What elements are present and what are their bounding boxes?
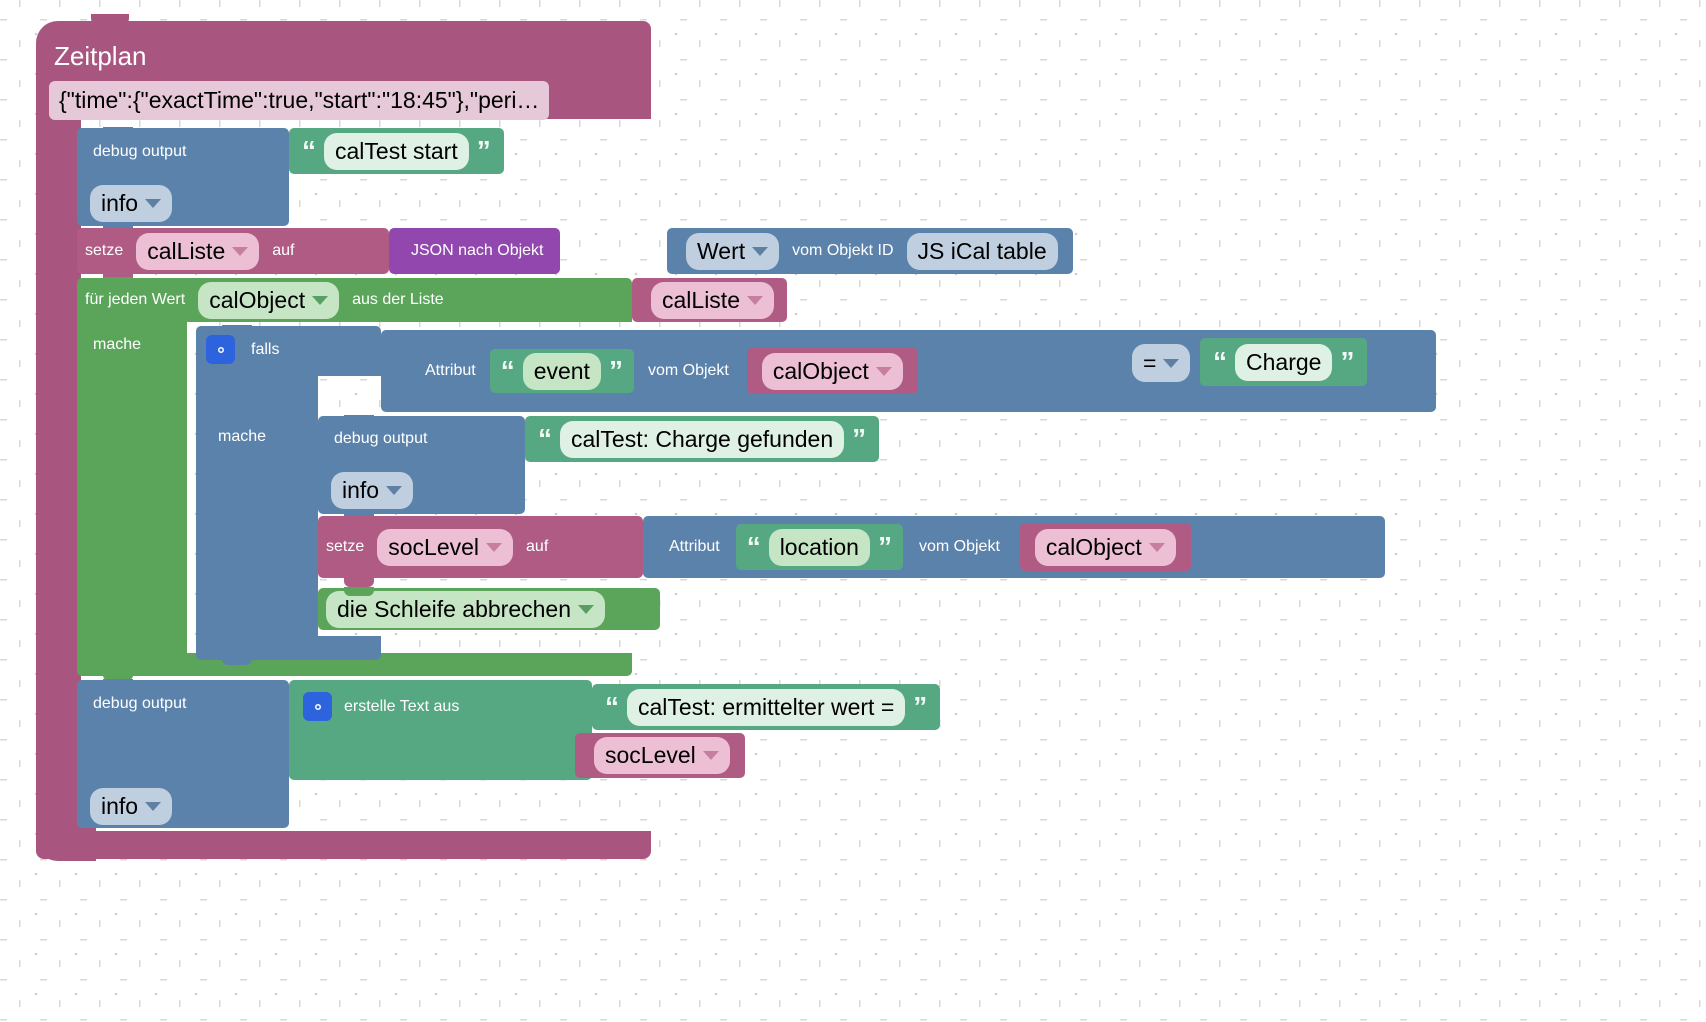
quote-open-icon: “ xyxy=(500,355,515,386)
loop-do-label: mache xyxy=(93,336,142,353)
debug-output-start-block[interactable]: debug output info xyxy=(77,127,289,235)
debug-output-result-block[interactable]: debug output info xyxy=(77,679,289,828)
variable-dropdown-soclevel[interactable]: socLevel xyxy=(377,528,514,566)
quote-open-icon: “ xyxy=(1213,346,1227,377)
break-dropdown[interactable]: die Schleife abbrechen xyxy=(326,590,605,628)
variable-dropdown-calliste-ref[interactable]: calListe xyxy=(651,281,774,319)
variable-dropdown-soclevel-ref[interactable]: socLevel xyxy=(594,737,730,774)
get-attribute-of-object-block[interactable]: Attribut “ event ” vom Objekt calObject xyxy=(403,342,1118,400)
set-label: setze xyxy=(326,538,365,555)
severity-dropdown[interactable]: info xyxy=(90,185,173,222)
chevron-down-icon xyxy=(702,751,719,760)
text-value[interactable]: calTest: Charge gefunden xyxy=(560,420,845,458)
text-block-charge-gefunden[interactable]: “ calTest: Charge gefunden ” xyxy=(525,416,880,462)
variable-name: calListe xyxy=(662,286,740,313)
chevron-down-icon xyxy=(232,246,249,256)
severity-dropdown[interactable]: info xyxy=(331,472,414,509)
of-object-label: vom Objekt xyxy=(647,362,729,379)
severity-value: info xyxy=(101,793,139,819)
quote-close-icon: ” xyxy=(608,355,623,386)
gear-icon[interactable] xyxy=(303,692,332,721)
quote-close-icon: ” xyxy=(852,423,867,454)
loop-item-variable-dropdown[interactable]: calObject xyxy=(198,281,340,319)
debug-output-found-block[interactable]: debug output info xyxy=(318,415,525,523)
get-attribute-location-block[interactable]: Attribut “ location ” vom Objekt calObje… xyxy=(643,516,1385,578)
object-variable: calObject xyxy=(772,357,869,384)
chevron-down-icon xyxy=(746,295,763,305)
attribute-label: Attribut xyxy=(669,538,720,555)
break-label: die Schleife abbrechen xyxy=(337,595,571,622)
variable-dropdown-calliste[interactable]: calListe xyxy=(136,232,260,270)
chevron-down-icon xyxy=(1148,542,1165,552)
set-label: setze xyxy=(85,242,124,259)
text-value[interactable]: calTest: ermittelter wert = xyxy=(627,688,906,726)
json-to-object-block[interactable]: JSON nach Objekt xyxy=(389,228,560,274)
debug-output-label: debug output xyxy=(334,430,428,447)
object-id-field[interactable]: JS iCal table xyxy=(906,232,1058,270)
quote-close-icon: ” xyxy=(1340,346,1355,377)
severity-value: info xyxy=(101,190,139,216)
blockly-workspace[interactable]: Zeitplan {"time":{"exactTime":true,"star… xyxy=(0,0,1706,1022)
attribute-value: Wert xyxy=(697,237,746,264)
attribute-name-field[interactable]: location xyxy=(768,528,870,566)
text-block-result-prefix[interactable]: “ calTest: ermittelter wert = ” xyxy=(592,684,941,730)
text-block-charge[interactable]: “ Charge ” xyxy=(1200,338,1368,386)
object-id-label: vom Objekt ID xyxy=(792,242,894,259)
comparison-operator-dropdown[interactable]: = xyxy=(1132,344,1191,382)
schedule-title: Zeitplan xyxy=(54,41,147,71)
variable-name: socLevel xyxy=(388,533,480,560)
compare-value[interactable]: Charge xyxy=(1235,343,1333,381)
chevron-down-icon xyxy=(145,199,162,208)
from-list-label: aus der Liste xyxy=(352,291,444,308)
operator-value: = xyxy=(1143,349,1157,376)
quote-open-icon: “ xyxy=(605,691,619,722)
chevron-down-icon xyxy=(875,366,892,376)
if-do-label: mache xyxy=(218,428,267,445)
convert-label: JSON nach Objekt xyxy=(411,242,544,259)
chevron-down-icon xyxy=(578,604,594,614)
if-label: falls xyxy=(251,340,280,358)
variable-name: socLevel xyxy=(605,742,696,768)
get-object-attribute-block[interactable]: Wert vom Objekt ID JS iCal table xyxy=(667,228,1073,274)
create-text-label: erstelle Text aus xyxy=(344,697,460,715)
attribute-label: Attribut xyxy=(425,362,476,379)
severity-value: info xyxy=(342,477,380,503)
debug-output-label: debug output xyxy=(93,695,187,712)
quote-open-icon: “ xyxy=(538,423,552,454)
chevron-down-icon xyxy=(312,295,329,305)
of-object-label: vom Objekt xyxy=(918,538,1000,555)
quote-close-icon: ” xyxy=(476,135,491,166)
to-label: auf xyxy=(272,242,295,259)
chevron-down-icon xyxy=(386,486,403,495)
object-variable-dropdown[interactable]: calObject xyxy=(761,352,903,390)
quote-close-icon: ” xyxy=(913,691,928,722)
create-text-block[interactable]: erstelle Text aus xyxy=(289,680,592,780)
chevron-down-icon xyxy=(1163,358,1180,368)
attribute-dropdown-wert[interactable]: Wert xyxy=(686,232,780,270)
variable-block-soclevel-ref[interactable]: socLevel xyxy=(575,733,745,778)
set-variable-calliste-block[interactable]: setze calListe auf xyxy=(77,227,389,283)
object-variable: calObject xyxy=(1045,533,1142,560)
to-label: auf xyxy=(526,538,549,555)
text-block-caltest-start[interactable]: “ calTest start ” xyxy=(289,128,504,174)
quote-close-icon: ” xyxy=(877,531,892,562)
schedule-value-field[interactable]: {"time":{"exactTime":true,"start":"18:45… xyxy=(49,81,550,120)
debug-output-label: debug output xyxy=(93,143,187,160)
foreach-label: für jeden Wert xyxy=(85,291,186,308)
severity-dropdown[interactable]: info xyxy=(90,788,173,825)
quote-open-icon: “ xyxy=(746,531,761,562)
object-variable-dropdown[interactable]: calObject xyxy=(1034,528,1176,566)
text-value[interactable]: calTest start xyxy=(324,132,469,170)
list-variable-calliste-block[interactable]: calListe xyxy=(632,278,787,322)
chevron-down-icon xyxy=(486,542,503,552)
gear-icon[interactable] xyxy=(206,335,235,364)
chevron-down-icon xyxy=(752,246,769,256)
chevron-down-icon xyxy=(145,802,162,811)
attribute-name-field[interactable]: event xyxy=(522,352,601,390)
variable-name: calListe xyxy=(147,237,226,264)
set-variable-soclevel-block[interactable]: setze socLevel auf xyxy=(318,515,643,587)
break-loop-block[interactable]: die Schleife abbrechen xyxy=(318,587,660,630)
loop-item-variable: calObject xyxy=(209,286,306,313)
quote-open-icon: “ xyxy=(302,135,316,166)
